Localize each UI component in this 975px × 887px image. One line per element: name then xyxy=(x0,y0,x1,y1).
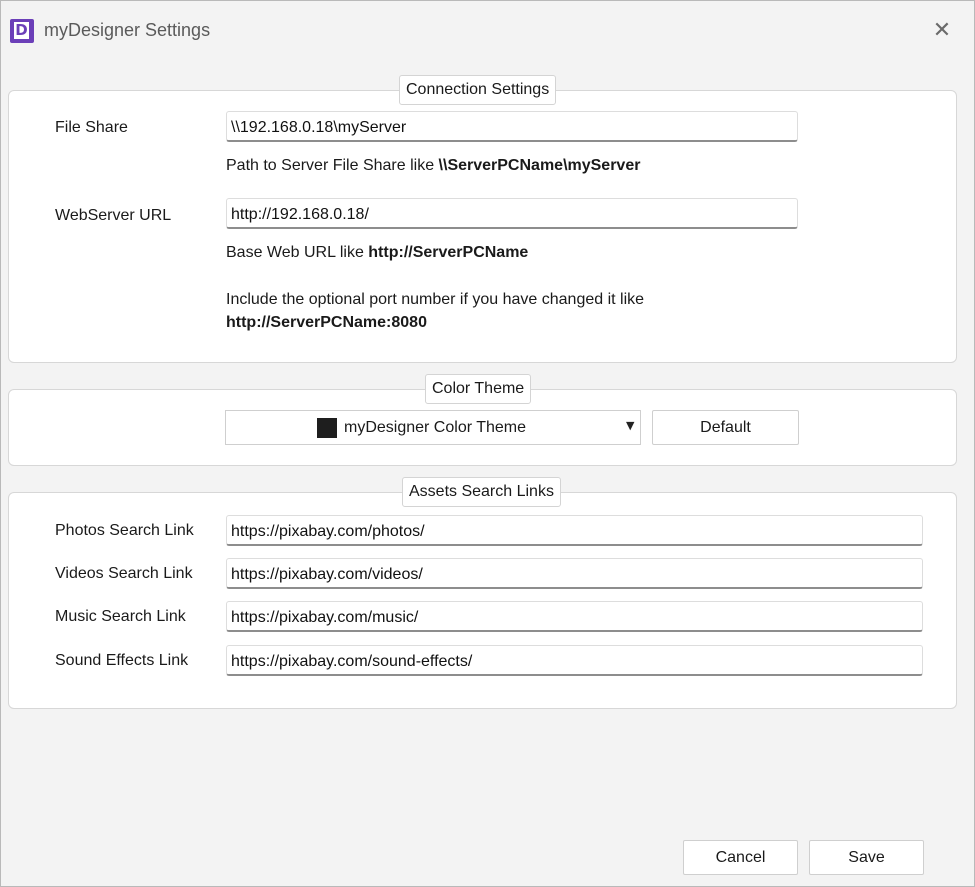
close-icon[interactable]: ✕ xyxy=(927,16,957,46)
settings-window: D myDesigner Settings ✕ Connection Setti… xyxy=(0,0,975,887)
port-hint-example: http://ServerPCName:8080 xyxy=(226,314,427,332)
title-bar: D myDesigner Settings ✕ xyxy=(1,1,974,61)
sound-effects-link-label: Sound Effects Link xyxy=(55,652,189,669)
file-share-hint: Path to Server File Share like \\ServerP… xyxy=(226,157,640,175)
color-theme-select[interactable]: myDesigner Color Theme ▼ xyxy=(225,410,641,445)
window-title: myDesigner Settings xyxy=(44,20,211,40)
webserver-url-hint-example: http://ServerPCName xyxy=(368,244,529,261)
color-theme-selected: myDesigner Color Theme xyxy=(344,419,526,436)
file-share-hint-example: \\ServerPCName\myServer xyxy=(438,157,641,174)
file-share-hint-text: Path to Server File Share like xyxy=(226,157,439,174)
music-search-link-label: Music Search Link xyxy=(55,608,186,625)
app-icon-letter: D xyxy=(14,21,29,39)
videos-search-link-input[interactable] xyxy=(226,558,923,589)
theme-color-swatch xyxy=(317,418,337,438)
sound-effects-link-input[interactable] xyxy=(226,645,923,676)
default-theme-button[interactable]: Default xyxy=(652,410,799,445)
music-search-link-input[interactable] xyxy=(226,601,923,632)
photos-search-link-label: Photos Search Link xyxy=(55,522,194,539)
port-example-text: http://ServerPCName:8080 xyxy=(226,314,427,331)
file-share-input[interactable] xyxy=(226,111,798,142)
videos-search-link-label: Videos Search Link xyxy=(55,565,193,582)
chevron-down-icon: ▼ xyxy=(626,419,635,432)
photos-search-link-input[interactable] xyxy=(226,515,923,546)
webserver-url-hint: Base Web URL like http://ServerPCName xyxy=(226,244,528,262)
port-hint: Include the optional port number if you … xyxy=(226,291,645,308)
connection-settings-legend: Connection Settings xyxy=(399,75,557,105)
webserver-url-label: WebServer URL xyxy=(55,207,172,224)
color-theme-legend: Color Theme xyxy=(425,374,532,404)
file-share-label: File Share xyxy=(55,119,128,136)
webserver-url-input[interactable] xyxy=(226,198,798,229)
save-button[interactable]: Save xyxy=(809,840,924,875)
assets-search-links-legend: Assets Search Links xyxy=(402,477,561,507)
mydesigner-app-icon: D xyxy=(10,19,34,43)
cancel-button[interactable]: Cancel xyxy=(683,840,798,875)
webserver-url-hint-text: Base Web URL like xyxy=(226,244,369,261)
